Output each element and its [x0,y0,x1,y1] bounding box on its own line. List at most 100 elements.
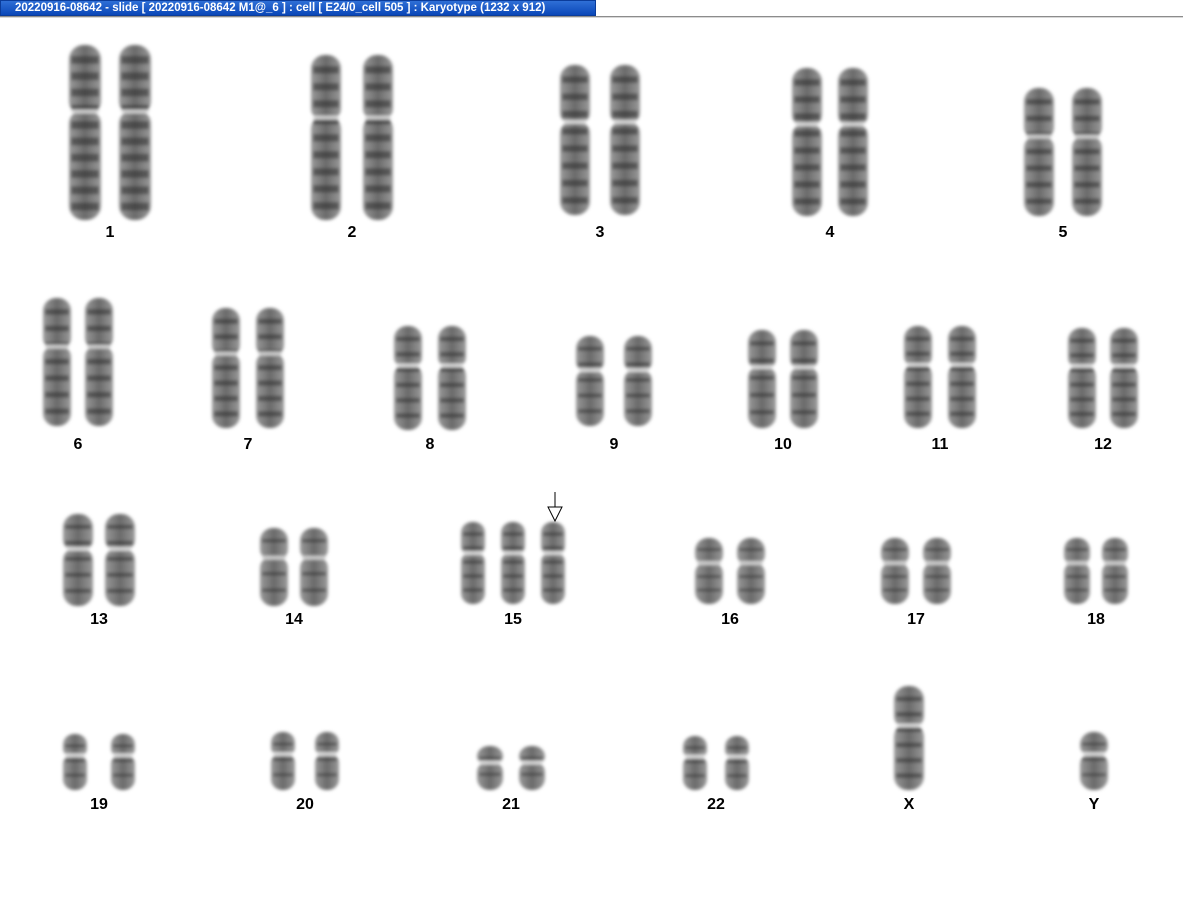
chromosome-7-2-band [258,364,282,371]
chromosome-2-1-band [313,83,339,91]
chromosome-1-1-band [71,55,99,64]
chromosome-11-1-band [906,381,930,387]
chromosome-label-3: 3 [596,224,605,241]
chromosome-3-2[interactable] [609,65,641,215]
chromosome-8-1[interactable] [393,326,423,430]
chromosome-4-2[interactable] [837,68,869,216]
chromosome-18-2[interactable] [1101,538,1129,604]
chromosome-17-1[interactable] [880,538,910,604]
chromosome-21-2-centromere [518,760,546,765]
chromosome-2-2-centromere [362,115,394,120]
chromosome-11-2[interactable] [947,326,977,428]
chromosome-16-2[interactable] [736,538,766,604]
chromosome-11-2-band [950,411,974,417]
chromosome-8-1-centromere [393,363,423,368]
chromosome-6-1-band [45,358,69,365]
chromosome-19-2[interactable] [110,734,136,790]
chromosome-9-2[interactable] [623,336,653,426]
chromosome-17-2[interactable] [922,538,952,604]
chromosome-20-2-band [317,757,337,761]
chromosome-14-1-band [262,588,286,592]
chromosome-10-2-p-arm [790,330,818,372]
chromosome-7-1[interactable] [211,308,241,428]
chromosome-14-1-band [262,571,286,576]
chromosome-16-1[interactable] [694,538,724,604]
chromosome-21-1[interactable] [476,746,504,790]
chromosome-9-1-centromere [575,368,605,373]
chromosome-2-1-band [313,168,339,176]
chromosome-y-1[interactable] [1079,732,1109,790]
chromosome-15-1[interactable] [460,522,486,604]
chromosome-5-1[interactable] [1023,88,1055,216]
chromosome-1-1-band [71,169,99,178]
chromosome-14-1[interactable] [259,528,289,606]
chromosome-11-2-band [950,366,974,372]
chromosome-13-2[interactable] [104,514,136,606]
chromosome-8-2-band [440,397,464,403]
karyotype-canvas[interactable]: 1 2 3 4 56 7 8 9 10 11 1213 14 15 16 17 1819 20 21 22 X Y [0,0,1183,897]
chromosome-18-1[interactable] [1063,538,1091,604]
chromosome-1-1[interactable] [68,45,102,220]
chromosome-12-2-q-arm [1110,364,1138,428]
chromosome-15-2-band [503,588,523,592]
chromosome-8-2-band [440,367,464,372]
chromosome-6-2[interactable] [84,298,114,426]
chromosome-2-2[interactable] [362,55,394,220]
chromosome-9-2-band [626,393,650,398]
chromosome-1-2[interactable] [118,45,152,220]
chromosome-10-2[interactable] [789,330,819,428]
chromosome-10-2-band [792,392,816,398]
chromosome-15-2[interactable] [500,522,526,604]
chromosome-16-2-centromere [736,561,766,566]
chromosome-6-1[interactable] [42,298,72,426]
chromosome-22-2-band [727,746,747,750]
chromosome-5-2-band [1074,181,1100,188]
chromosome-10-2-band [792,341,816,346]
chromosome-2-1[interactable] [310,55,342,220]
chromosome-12-1-band [1070,353,1094,358]
chromosome-12-2-p-arm [1110,328,1138,370]
chromosome-label-17: 17 [907,611,925,628]
chromosome-5-2-band [1074,148,1100,155]
chromosome-7-1-band [214,364,238,371]
chromosome-6-2-band [87,408,111,415]
chromosome-4-1-band [794,79,820,86]
chromosome-20-2[interactable] [314,732,340,790]
chromosome-x-1[interactable] [893,686,925,790]
chromosome-18-1-band [1066,575,1088,579]
chromosome-10-1[interactable] [747,330,777,428]
chromosome-13-1-band [65,588,91,593]
chromosome-1-1-band [71,153,99,162]
chromosome-7-2-band [258,411,282,417]
chromosome-14-2[interactable] [299,528,329,606]
chromosome-2-1-band [313,100,339,108]
chromosome-11-1[interactable] [903,326,933,428]
chromosome-16-1-q-arm [695,561,723,604]
chromosome-3-1[interactable] [559,65,591,215]
chromosome-11-1-centromere [903,362,933,367]
chromosome-22-1[interactable] [682,736,708,790]
chromosome-8-1-band [396,397,420,403]
chromosome-12-2[interactable] [1109,328,1139,428]
chromosome-10-1-band [750,409,774,415]
chromosome-x-1-band [896,727,922,732]
chromosome-22-2-centromere [724,754,750,759]
chromosome-7-2[interactable] [255,308,285,428]
chromosome-21-2[interactable] [518,746,546,790]
chromosome-9-1[interactable] [575,336,605,426]
chromosome-19-1[interactable] [62,734,88,790]
chromosome-label-11: 11 [932,436,949,453]
chromosome-7-1-band [214,334,238,340]
chromosome-22-2[interactable] [724,736,750,790]
chromosome-5-2[interactable] [1071,88,1103,216]
chromosome-8-2[interactable] [437,326,467,430]
chromosome-12-1[interactable] [1067,328,1097,428]
chromosome-12-2-band [1112,367,1136,373]
chromosome-label-14: 14 [285,611,303,628]
chromosome-20-1[interactable] [270,732,296,790]
chromosome-7-1-band [214,411,238,417]
chromosome-13-1[interactable] [62,514,94,606]
chromosome-15-3[interactable] [540,522,566,604]
chromosome-15-1-band [463,588,483,592]
chromosome-4-1[interactable] [791,68,823,216]
